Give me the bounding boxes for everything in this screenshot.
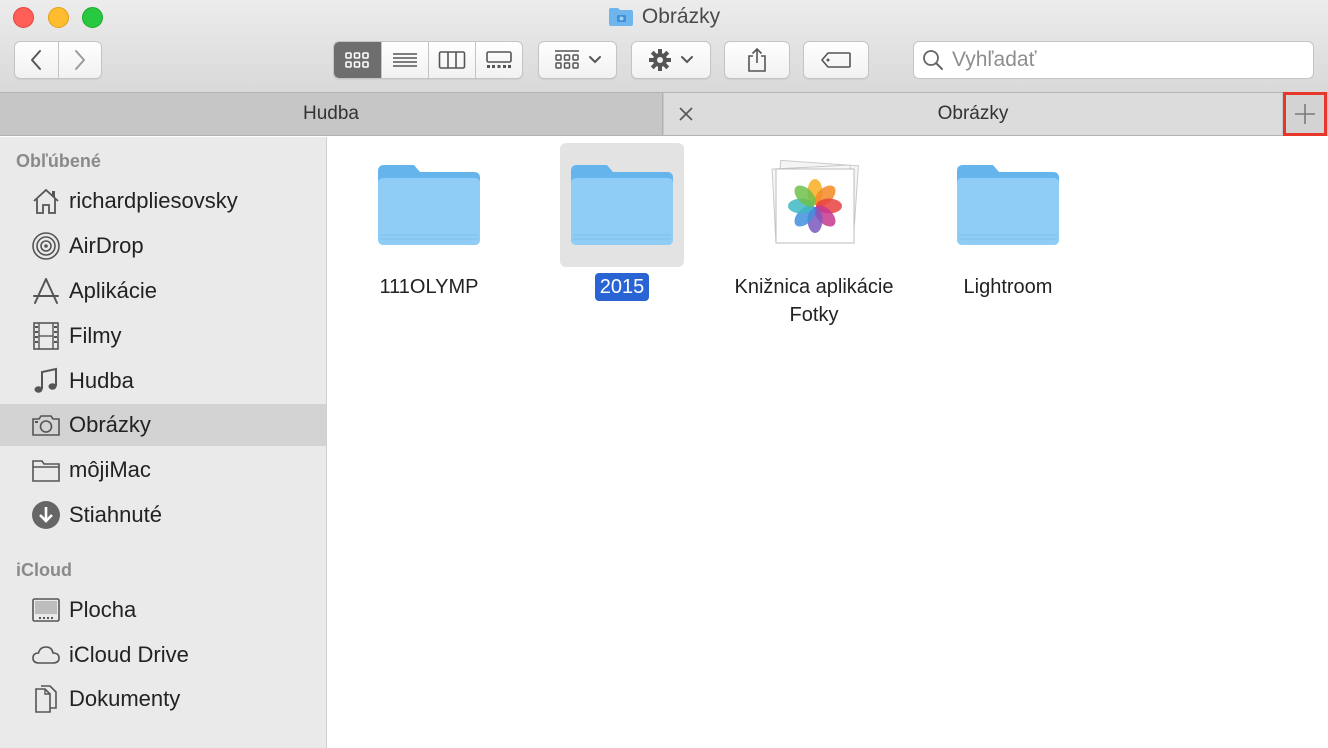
camera-icon (30, 410, 61, 441)
download-icon (30, 500, 61, 531)
icon-grid-icon (345, 52, 370, 68)
sidebar-item-label: môjiMac (69, 457, 151, 482)
forward-button[interactable] (57, 42, 101, 78)
gear-icon (649, 49, 671, 71)
file-icon-grid: 111OLYMP 2015 Knižnica aplikácie Fotky L… (328, 137, 1328, 748)
back-button[interactable] (15, 42, 58, 78)
share-button[interactable] (724, 41, 790, 79)
airdrop-icon (30, 231, 61, 262)
folder-icon (957, 165, 1059, 245)
list-view-button[interactable] (380, 42, 428, 78)
gallery-icon (486, 51, 512, 68)
sidebar-item-label: Aplikácie (69, 278, 158, 303)
icon-view-button[interactable] (334, 42, 381, 78)
sidebar-heading-favorites: Obľúbené (16, 151, 101, 171)
sidebar-item-pictures[interactable]: Obrázky (0, 404, 326, 446)
search-input[interactable] (952, 48, 1292, 72)
document-icon (30, 684, 61, 715)
navigation-buttons (14, 41, 102, 79)
file-item-111olymp[interactable]: 111OLYMP (329, 143, 529, 301)
file-thumbnail[interactable] (946, 143, 1070, 267)
cloud-icon (30, 640, 61, 671)
file-item-lightroom[interactable]: Lightroom (908, 143, 1108, 301)
desktop-icon (30, 595, 61, 626)
home-icon (30, 186, 61, 217)
close-tab-button[interactable] (674, 102, 698, 126)
close-icon (679, 107, 693, 121)
sidebar-item-label: Hudba (69, 368, 134, 393)
sidebar-item-movies[interactable]: Filmy (0, 315, 326, 357)
film-icon (30, 321, 61, 352)
photos-library-icon (771, 159, 860, 244)
tab-label: Obrázky (937, 103, 1009, 124)
sidebar-item-label: Plocha (69, 597, 137, 622)
sidebar: Obľúbené richardpliesovsky AirDrop Aplik… (0, 137, 327, 748)
action-menu-button[interactable] (631, 41, 711, 79)
edit-tags-button[interactable] (803, 41, 869, 79)
view-mode-segmented-control (333, 41, 523, 79)
sidebar-item-desktop[interactable]: Plocha (0, 589, 326, 631)
folder-icon (378, 165, 480, 245)
sidebar-item-label: Stiahnuté (69, 502, 162, 527)
chevron-right-icon (74, 50, 85, 70)
pictures-folder-icon (608, 8, 633, 26)
sidebar-item-airdrop[interactable]: AirDrop (0, 225, 326, 267)
sidebar-item-label: richardpliesovsky (69, 188, 238, 213)
plus-icon (1295, 104, 1315, 124)
chevron-down-icon (681, 56, 693, 64)
file-item-2015[interactable]: 2015 (522, 143, 722, 301)
file-item-photos-library[interactable]: Knižnica aplikácie Fotky (714, 143, 914, 329)
tab-obrazky[interactable]: Obrázky (664, 93, 1282, 135)
sidebar-heading-icloud: iCloud (16, 560, 72, 580)
group-by-button[interactable] (538, 41, 617, 79)
chevron-left-icon (31, 50, 42, 70)
sidebar-item-label: iCloud Drive (69, 642, 189, 667)
window-title-text: Obrázky (641, 5, 721, 28)
file-thumbnail[interactable] (367, 143, 491, 267)
folder-icon (571, 165, 673, 245)
chevron-down-icon (588, 56, 601, 64)
sidebar-item-label: Dokumenty (69, 686, 181, 711)
sidebar-item-downloads[interactable]: Stiahnuté (0, 494, 326, 536)
sidebar-item-music[interactable]: Hudba (0, 360, 326, 402)
sidebar-item-label: Filmy (69, 323, 122, 348)
music-note-icon (30, 366, 61, 397)
window-title: Obrázky (0, 4, 1328, 30)
window-toolbar: Obrázky (0, 0, 1328, 92)
sidebar-item-icloud-drive[interactable]: iCloud Drive (0, 634, 326, 676)
sidebar-item-label: AirDrop (69, 233, 144, 258)
gallery-view-button[interactable] (474, 42, 522, 78)
search-icon (923, 50, 943, 70)
file-thumbnail[interactable] (752, 143, 876, 267)
sidebar-item-documents[interactable]: Dokumenty (0, 678, 326, 720)
file-name: Lightroom (963, 276, 1053, 298)
file-name: 111OLYMP (379, 276, 479, 298)
file-thumbnail[interactable] (560, 143, 684, 267)
tag-icon (821, 52, 851, 68)
sidebar-item-mojimac[interactable]: môjiMac (0, 449, 326, 491)
share-icon (748, 47, 766, 72)
tab-hudba[interactable]: Hudba (0, 93, 663, 135)
tab-bar: Hudba Obrázky (0, 92, 1328, 136)
tab-label: Hudba (303, 103, 359, 124)
file-name: Knižnica aplikácie Fotky (734, 276, 894, 326)
search-field[interactable] (913, 41, 1314, 79)
sidebar-item-home[interactable]: richardpliesovsky (0, 180, 326, 222)
sidebar-item-label: Obrázky (69, 412, 151, 437)
folder-icon (30, 455, 61, 486)
applications-icon (30, 276, 61, 307)
group-grid-icon (554, 50, 579, 69)
column-view-button[interactable] (427, 42, 475, 78)
columns-icon (438, 51, 466, 69)
new-tab-button[interactable] (1283, 92, 1327, 136)
sidebar-item-applications[interactable]: Aplikácie (0, 270, 326, 312)
file-name: 2015 (594, 273, 650, 301)
list-icon (392, 53, 417, 67)
